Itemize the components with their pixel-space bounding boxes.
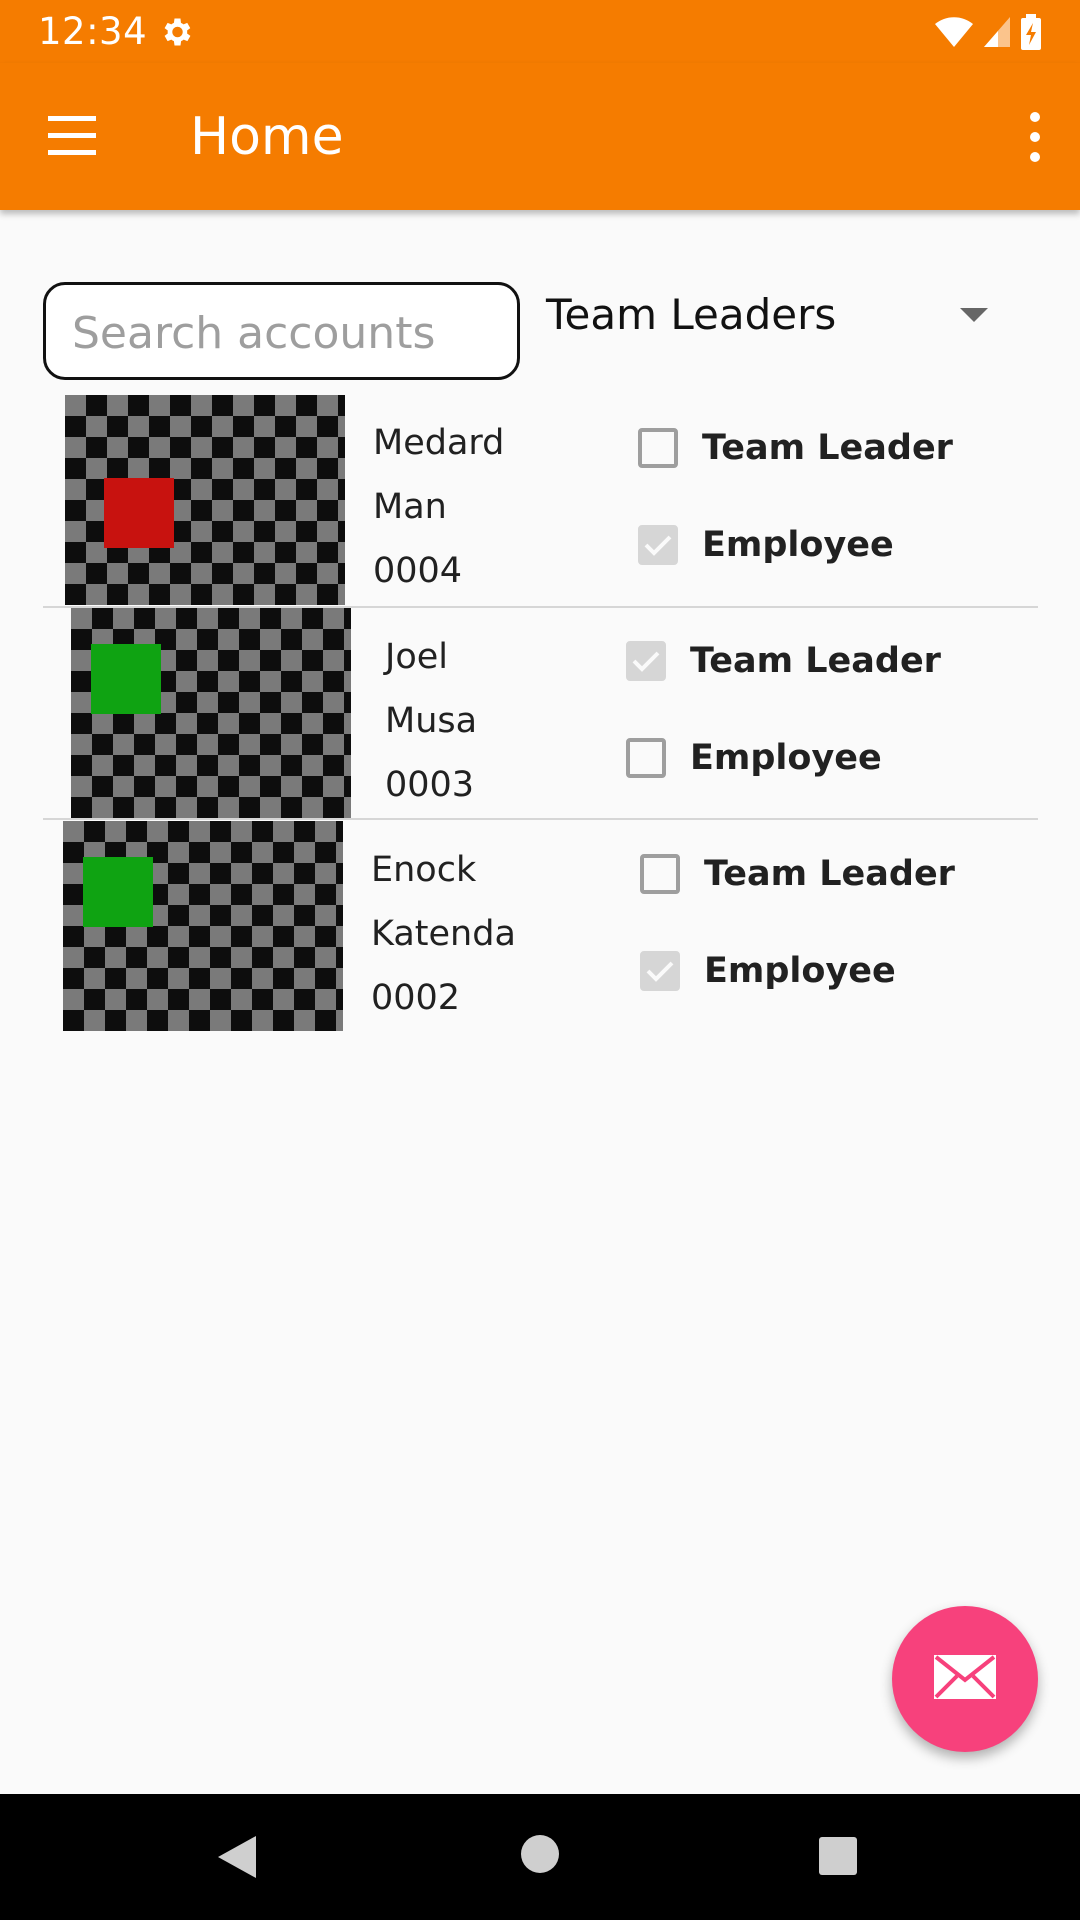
row-divider bbox=[43, 818, 1038, 820]
dropdown-arrow-icon bbox=[960, 308, 988, 328]
account-last-name: Katenda bbox=[371, 914, 516, 954]
employee-checkbox[interactable]: Employee bbox=[640, 951, 896, 991]
checkbox-box bbox=[626, 641, 666, 681]
account-info: Joel Musa 0003 bbox=[385, 625, 477, 817]
checkbox-label: Employee bbox=[702, 525, 894, 565]
status-icons bbox=[934, 14, 1042, 54]
checkbox-label: Team Leader bbox=[702, 428, 953, 468]
wifi-icon bbox=[934, 15, 974, 53]
mail-icon bbox=[933, 1654, 997, 1704]
checkbox-box bbox=[638, 525, 678, 565]
checkmark-icon bbox=[632, 651, 660, 672]
search-input[interactable] bbox=[70, 303, 504, 363]
role-filter-value: Team Leaders bbox=[546, 290, 837, 339]
list-item[interactable]: Medard Man 0004 Team Leader Employee bbox=[0, 395, 1080, 607]
account-info: Medard Man 0004 bbox=[373, 411, 504, 603]
status-square bbox=[83, 857, 153, 927]
home-icon[interactable] bbox=[520, 1834, 560, 1878]
account-photo bbox=[71, 608, 351, 818]
status-square bbox=[91, 644, 161, 714]
checkbox-label: Employee bbox=[690, 738, 882, 778]
battery-charging-icon bbox=[1020, 14, 1042, 54]
back-icon[interactable] bbox=[216, 1834, 258, 1884]
account-first-name: Medard bbox=[373, 423, 505, 463]
checkbox-label: Team Leader bbox=[690, 641, 941, 681]
recents-icon[interactable] bbox=[818, 1836, 858, 1880]
employee-checkbox[interactable]: Employee bbox=[638, 525, 894, 565]
compose-mail-button[interactable] bbox=[892, 1606, 1038, 1752]
list-item[interactable]: Joel Musa 0003 Team Leader Employee bbox=[0, 608, 1080, 820]
checkbox-box bbox=[638, 428, 678, 468]
account-photo bbox=[63, 821, 343, 1031]
page-title: Home bbox=[190, 107, 344, 167]
app-bar: Home bbox=[0, 63, 1080, 210]
status-square bbox=[104, 478, 174, 548]
team-leader-checkbox[interactable]: Team Leader bbox=[640, 854, 955, 894]
role-filter-dropdown[interactable]: Team Leaders bbox=[546, 282, 1016, 352]
checkmark-icon bbox=[646, 961, 674, 982]
overflow-menu-icon[interactable] bbox=[1010, 109, 1060, 165]
hamburger-menu-icon[interactable] bbox=[44, 112, 100, 162]
account-id: 0003 bbox=[385, 765, 475, 805]
account-info: Enock Katenda 0002 bbox=[371, 838, 516, 1030]
account-photo bbox=[65, 395, 345, 605]
account-last-name: Musa bbox=[385, 701, 478, 741]
search-box bbox=[43, 282, 520, 380]
checkmark-icon bbox=[644, 535, 672, 556]
account-last-name: Man bbox=[373, 487, 447, 527]
account-first-name: Joel bbox=[385, 637, 448, 677]
account-first-name: Enock bbox=[371, 850, 477, 890]
team-leader-checkbox[interactable]: Team Leader bbox=[626, 641, 941, 681]
team-leader-checkbox[interactable]: Team Leader bbox=[638, 428, 953, 468]
list-item[interactable]: Enock Katenda 0002 Team Leader Employee bbox=[0, 821, 1080, 1033]
account-id: 0004 bbox=[373, 551, 463, 591]
system-nav-bar bbox=[0, 1794, 1080, 1920]
checkbox-box bbox=[626, 738, 666, 778]
account-id: 0002 bbox=[371, 978, 461, 1018]
checkbox-box bbox=[640, 951, 680, 991]
checkbox-label: Employee bbox=[704, 951, 896, 991]
cell-signal-icon bbox=[982, 15, 1012, 53]
checkbox-box bbox=[640, 854, 680, 894]
checkbox-label: Team Leader bbox=[704, 854, 955, 894]
employee-checkbox[interactable]: Employee bbox=[626, 738, 882, 778]
status-bar: 12:34 bbox=[0, 0, 1080, 63]
settings-gear-icon bbox=[158, 14, 194, 54]
status-time: 12:34 bbox=[38, 10, 148, 53]
